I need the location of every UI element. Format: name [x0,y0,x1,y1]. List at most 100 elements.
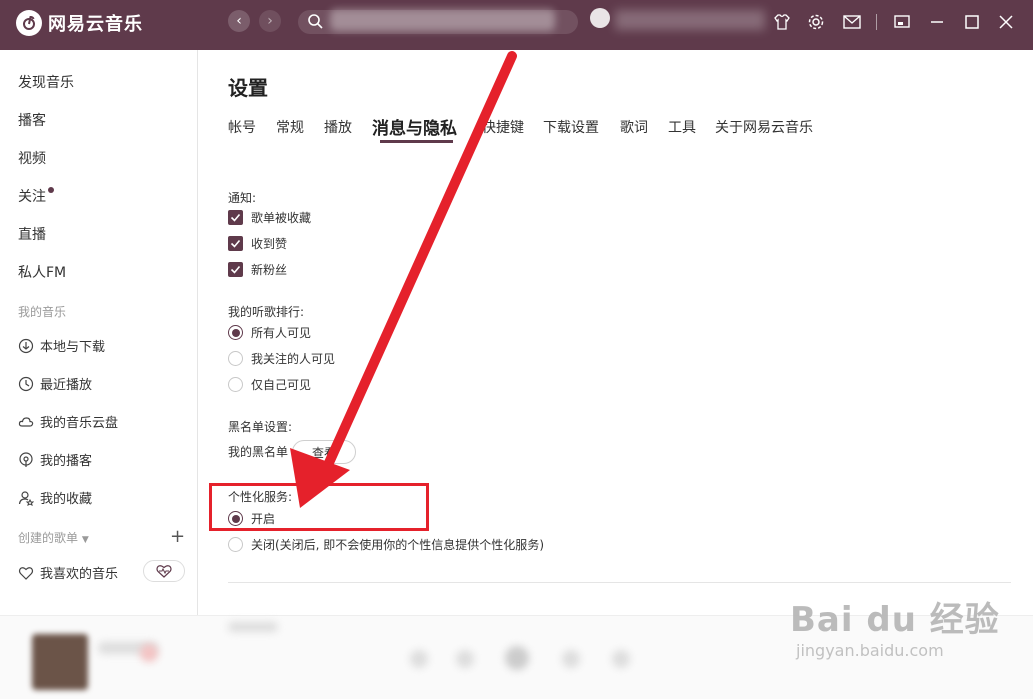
tab-lyrics[interactable]: 歌词 [620,117,648,137]
notify-option-collected[interactable]: 歌单被收藏 [228,209,311,226]
option-label: 仅自己可见 [251,378,312,392]
tab-about[interactable]: 关于网易云音乐 [715,117,813,137]
tab-shortcuts[interactable]: 快捷键 [482,117,524,137]
user-star-icon [18,490,34,506]
sidebar-item-fm[interactable]: 私人FM [18,262,66,282]
cloud-icon [18,416,34,427]
download-icon [18,338,34,353]
notification-dot [48,187,54,193]
sidebar-item-video[interactable]: 视频 [18,148,46,168]
notify-label: 通知: [228,191,257,205]
sidebar-item-label: 最近播放 [40,378,93,393]
tab-tools[interactable]: 工具 [668,117,696,137]
page-title: 设置 [228,76,268,100]
checkbox[interactable] [228,262,243,277]
sidebar-item-label: 本地与下载 [40,340,106,355]
chevron-right-icon: › [267,13,273,29]
heart-mode-button[interactable] [143,560,185,582]
option-label: 关闭(关闭后, 即不会使用你的个性信息提供个性化服务) [251,538,544,552]
sidebar-item-recent[interactable]: 最近播放 [18,374,92,393]
sidebar-item-label: 关注 [18,189,46,205]
ranking-option-everyone[interactable]: 所有人可见 [228,324,311,341]
minimize-icon[interactable] [927,12,947,32]
heartbeat-icon [156,565,172,578]
podcast-icon [19,451,33,467]
close-icon[interactable] [996,12,1016,32]
app-title: 网易云音乐 [48,14,143,35]
forward-button[interactable]: › [259,10,281,32]
sidebar: 发现音乐 播客 视频 关注 直播 私人FM 我的音乐 本地与下载 最近播放 我的… [0,50,198,615]
sidebar-item-cloud[interactable]: 我的音乐云盘 [18,412,118,431]
blurred-region [456,650,474,668]
sidebar-item-collection[interactable]: 我的收藏 [18,488,92,507]
blurred-region [228,622,278,632]
radio-button[interactable] [228,537,243,552]
ranking-option-self[interactable]: 仅自己可见 [228,376,311,393]
title-bar: 网易云音乐 ‹ › [0,0,1033,50]
sidebar-item-label: 我的收藏 [40,492,93,507]
search-icon [308,14,323,29]
sidebar-item-follow[interactable]: 关注 [18,186,54,206]
blurred-region [612,650,630,668]
radio-button[interactable] [228,325,243,340]
plus-icon: + [170,526,186,547]
sidebar-item-podcast[interactable]: 播客 [18,110,46,130]
option-label: 收到赞 [251,237,288,251]
notify-option-likes[interactable]: 收到赞 [228,235,287,252]
tab-playback[interactable]: 播放 [324,117,352,137]
radio-button[interactable] [228,351,243,366]
chevron-left-icon: ‹ [236,13,242,29]
heart-icon [18,566,34,580]
view-blacklist-button[interactable]: 查看 [292,440,356,464]
gear-icon[interactable] [806,12,826,32]
sidebar-item-my-podcast[interactable]: 我的播客 [18,450,92,469]
tab-messages-privacy[interactable]: 消息与隐私 [372,114,457,139]
sidebar-item-label: 我的音乐云盘 [40,416,119,431]
personalized-option-off[interactable]: 关闭(关闭后, 即不会使用你的个性信息提供个性化服务) [228,536,544,553]
caret-down-icon: ▼ [81,535,89,545]
ranking-option-followed[interactable]: 我关注的人可见 [228,350,335,367]
option-label: 所有人可见 [251,326,312,340]
back-button[interactable]: ‹ [228,10,250,32]
blurred-region [410,650,428,668]
netease-logo-icon [16,10,42,36]
blurred-region [615,10,765,30]
checkbox[interactable] [228,210,243,225]
blacklist-label: 黑名单设置: [228,420,293,434]
tab-general[interactable]: 常规 [276,117,304,137]
radio-button[interactable] [228,377,243,392]
toolbar-divider [876,14,877,30]
maximize-icon[interactable] [962,12,982,32]
annotation-highlight-box [209,483,429,531]
checkbox[interactable] [228,236,243,251]
check-icon [230,265,241,274]
blurred-region [140,644,158,662]
check-icon [230,239,241,248]
mini-mode-icon[interactable] [892,12,912,32]
app-logo[interactable]: 网易云音乐 [16,10,143,36]
option-label: 新粉丝 [251,263,288,277]
blurred-region [330,9,555,31]
sidebar-item-discover[interactable]: 发现音乐 [18,72,74,92]
ranking-label: 我的听歌排行: [228,305,305,319]
skin-icon[interactable] [772,12,792,32]
avatar[interactable] [590,8,610,28]
notify-option-fans[interactable]: 新粉丝 [228,261,287,278]
blacklist-sub-label: 我的黑名单 [228,445,289,459]
sidebar-item-live[interactable]: 直播 [18,224,46,244]
watermark-brand: Bai du 经验 [790,600,1000,640]
tab-account[interactable]: 帐号 [228,117,256,137]
section-divider [228,582,1011,583]
blurred-region [562,650,580,668]
tab-download[interactable]: 下载设置 [543,117,599,137]
created-playlists-title[interactable]: 创建的歌单 ▼ [18,529,89,546]
sidebar-item-local[interactable]: 本地与下载 [18,336,105,355]
album-cover[interactable] [32,634,88,690]
active-tab-indicator [380,140,453,143]
sidebar-item-favorites[interactable]: 我喜欢的音乐 [18,563,118,582]
option-label: 我关注的人可见 [251,352,336,366]
mail-icon[interactable] [842,12,862,32]
my-music-title: 我的音乐 [18,305,67,319]
add-playlist-button[interactable]: + [170,526,185,547]
sidebar-item-label: 我喜欢的音乐 [40,567,119,582]
